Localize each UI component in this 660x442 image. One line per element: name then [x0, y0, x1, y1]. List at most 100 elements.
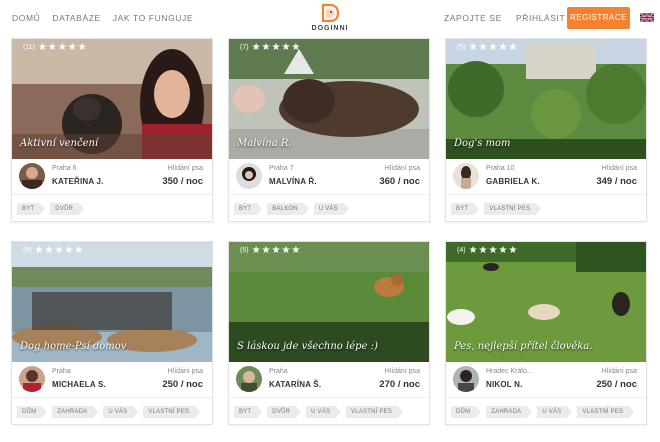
tag: ZAHRADA	[486, 406, 533, 418]
tag: VLASTNÍ PES	[143, 406, 201, 418]
sitter-info: Praha 10 GABRIELA K. Hlídání psa 349 / n…	[446, 159, 646, 195]
tag: VLASTNÍ PES	[484, 203, 542, 215]
avatar	[453, 163, 479, 189]
price: 350 / noc	[162, 176, 203, 187]
sitter-info: Hradec Králo... NIKOL N. Hlídání psa 250…	[446, 362, 646, 398]
avatar	[19, 163, 45, 189]
tag-list: DŮM ZAHRADA U VÁS VLASTNÍ PES	[446, 398, 646, 424]
review-count: (5)	[240, 247, 249, 254]
logo-text: DOGINNI	[311, 25, 349, 32]
sitter-name[interactable]: KATEŘINA J.	[52, 177, 104, 186]
profile-caption: S láskou jde všechno lépe :)	[237, 341, 378, 352]
star-rating-icon: ★★★★★	[251, 245, 302, 256]
main-nav: DOMŮ DATABÁZE JAK TO FUNGUJE	[12, 13, 193, 23]
account-nav: ZAPOJTE SE PŘIHLÁSIT SE	[444, 13, 581, 23]
sitter-city: Praha	[269, 368, 288, 375]
price: 250 / noc	[596, 379, 637, 390]
review-count: (5)	[457, 44, 466, 51]
rating: (5) ★★★★★	[23, 245, 84, 256]
sitter-photo[interactable]: (5) ★★★★★ Dog's mom	[446, 39, 646, 159]
tag: BYT	[234, 406, 263, 418]
tag: DVŮR	[50, 203, 84, 215]
tag: BYT	[234, 203, 263, 215]
rating: (5) ★★★★★	[240, 245, 301, 256]
rating: (7) ★★★★★	[240, 42, 301, 53]
uk-flag-icon[interactable]	[640, 13, 654, 22]
nav-link-join[interactable]: ZAPOJTE SE	[444, 13, 502, 23]
sitter-photo[interactable]: (4) ★★★★★ Pes, nejlepší přítel člověka.	[446, 242, 646, 362]
profile-caption: Dog's mom	[454, 138, 511, 149]
service-type: Hlídání psa	[601, 165, 637, 172]
profile-caption: Aktivní venčení	[20, 138, 99, 149]
price: 349 / noc	[596, 176, 637, 187]
rating: (4) ★★★★★	[457, 245, 518, 256]
sitter-info: Praha MICHAELA S. Hlídání psa 250 / noc	[12, 362, 212, 398]
avatar	[236, 163, 262, 189]
profile-caption: Malvína R.	[237, 138, 292, 149]
review-count: (11)	[23, 44, 35, 51]
sitter-photo[interactable]: (5) ★★★★★ Dog home-Psí domov	[12, 242, 212, 362]
nav-link-home[interactable]: DOMŮ	[12, 13, 40, 23]
sitter-city: Praha	[52, 368, 71, 375]
sitter-name[interactable]: GABRIELA K.	[486, 177, 540, 186]
avatar	[453, 366, 479, 392]
tag: VLASTNÍ PES	[346, 406, 403, 418]
service-type: Hlídání psa	[167, 368, 203, 375]
tag-list: BYT VLASTNÍ PES	[446, 195, 646, 221]
sitter-photo[interactable]: (7) ★★★★★ Malvína R.	[229, 39, 429, 159]
sitter-card[interactable]: (5) ★★★★★ Dog home-Psí domov Praha MICHAE…	[11, 241, 213, 425]
sitter-info: Praha KATARÍNA Š. Hlídání psa 270 / noc	[229, 362, 429, 398]
avatar	[236, 366, 262, 392]
tag: BYT	[17, 203, 46, 215]
star-rating-icon: ★★★★★	[37, 42, 88, 53]
sitter-info: Praha 7 MALVÍNA Ř. Hlídání psa 360 / noc	[229, 159, 429, 195]
site-header: DOMŮ DATABÁZE JAK TO FUNGUJE DOGINNI ZAP…	[0, 0, 660, 40]
tag-list: BYT BALKON U VÁS	[229, 195, 429, 221]
sitter-name[interactable]: KATARÍNA Š.	[269, 380, 321, 389]
tag: DŮM	[451, 406, 482, 418]
star-rating-icon: ★★★★★	[34, 245, 85, 256]
star-rating-icon: ★★★★★	[468, 42, 519, 53]
sitter-photo[interactable]: (11) ★★★★★ Aktivní venčení	[12, 39, 212, 159]
tag: U VÁS	[537, 406, 573, 418]
tag: U VÁS	[306, 406, 342, 418]
profile-caption: Dog home-Psí domov	[20, 341, 127, 352]
tag-list: BYT DVŮR	[12, 195, 212, 221]
sitter-info: Praha 6 KATEŘINA J. Hlídání psa 350 / no…	[12, 159, 212, 195]
tag: DVŮR	[267, 406, 301, 418]
sitter-card[interactable]: (11) ★★★★★ Aktivní venčení Praha 6 KATEŘI…	[11, 38, 213, 222]
sitter-card[interactable]: (4) ★★★★★ Pes, nejlepší přítel člověka. H…	[445, 241, 647, 425]
sitter-name[interactable]: MALVÍNA Ř.	[269, 177, 317, 186]
site-logo[interactable]: DOGINNI	[310, 2, 350, 32]
dog-logo-icon	[321, 3, 340, 23]
sitter-city: Praha 10	[486, 165, 515, 172]
register-button[interactable]: REGISTRACE	[567, 7, 630, 29]
tag: BYT	[451, 203, 480, 215]
avatar	[19, 366, 45, 392]
service-type: Hlídání psa	[167, 165, 203, 172]
price: 270 / noc	[379, 379, 420, 390]
sitter-card[interactable]: (5) ★★★★★ Dog's mom Praha 10 GABRIELA K. …	[445, 38, 647, 222]
service-type: Hlídání psa	[601, 368, 637, 375]
sitter-city: Praha 6	[52, 165, 77, 172]
tag: ZAHRADA	[52, 406, 99, 418]
sitter-photo[interactable]: (5) ★★★★★ S láskou jde všechno lépe :)	[229, 242, 429, 362]
tag-list: BYT DVŮR U VÁS VLASTNÍ PES	[229, 398, 429, 424]
star-rating-icon: ★★★★★	[468, 245, 519, 256]
review-count: (7)	[240, 44, 249, 51]
tag: BALKON	[267, 203, 309, 215]
nav-link-how-it-works[interactable]: JAK TO FUNGUJE	[113, 13, 193, 23]
review-count: (4)	[457, 247, 466, 254]
tag: U VÁS	[313, 203, 349, 215]
service-type: Hlídání psa	[384, 368, 420, 375]
sitter-card[interactable]: (5) ★★★★★ S láskou jde všechno lépe :) Pr…	[228, 241, 430, 425]
sitter-name[interactable]: MICHAELA S.	[52, 380, 106, 389]
service-type: Hlídání psa	[384, 165, 420, 172]
sitter-card[interactable]: (7) ★★★★★ Malvína R. Praha 7 MALVÍNA Ř. H…	[228, 38, 430, 222]
review-count: (5)	[23, 247, 32, 254]
tag: DŮM	[17, 406, 48, 418]
nav-link-database[interactable]: DATABÁZE	[52, 13, 100, 23]
price: 250 / noc	[162, 379, 203, 390]
sitter-name[interactable]: NIKOL N.	[486, 380, 523, 389]
rating: (11) ★★★★★	[23, 42, 88, 53]
